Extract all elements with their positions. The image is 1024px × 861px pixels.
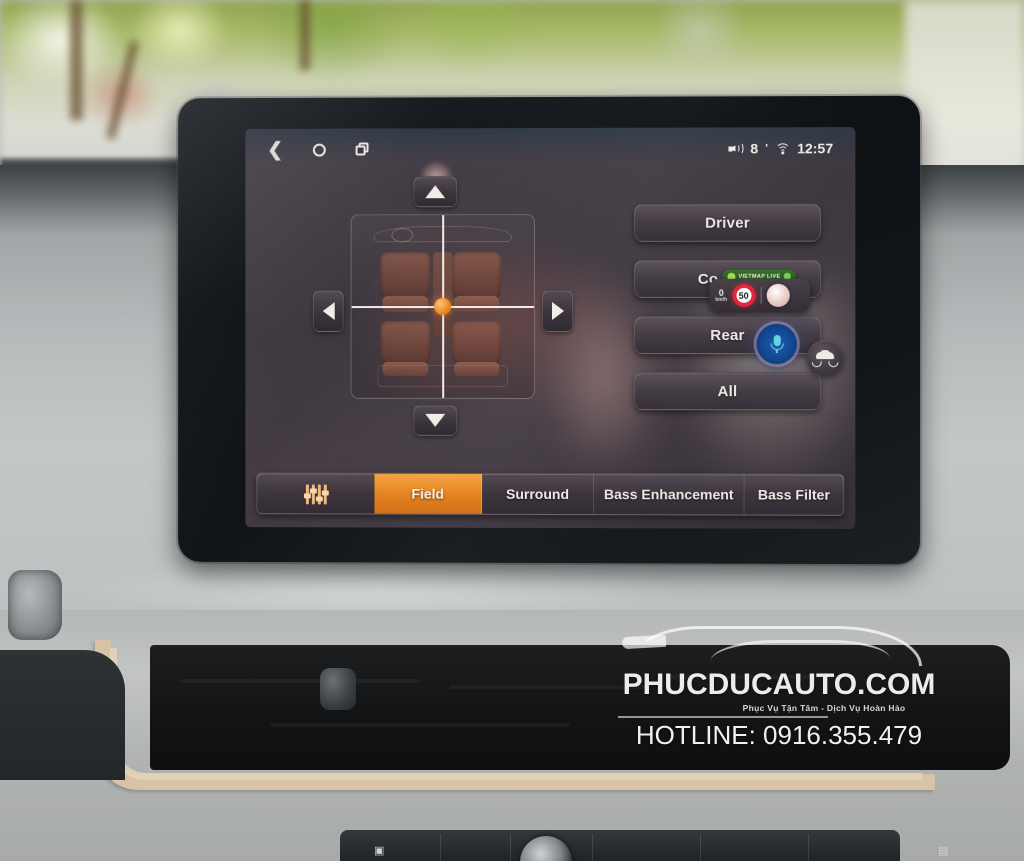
audio-settings-tabbar: Field Surround Bass Enhancement Bass Fil… [256,472,845,516]
vietmap-avatar[interactable] [766,283,790,307]
tab-field[interactable]: Field [374,473,483,514]
speaker-icon [728,142,744,155]
arrow-down-icon [425,413,446,427]
speed-unit: km/h [715,296,728,303]
tree-trunk [70,0,83,120]
car-360-icon [811,349,839,368]
preset-all-button[interactable]: All [634,372,822,411]
tab-label: Surround [506,485,570,503]
navigation-buttons: ❮ [267,139,370,160]
widget-divider [760,286,762,304]
wifi-icon [774,142,791,159]
sound-field-pad[interactable] [350,214,536,399]
tab-bass-enhancement[interactable]: Bass Enhancement [594,474,745,515]
preset-label: All [717,382,738,400]
current-speed: 0 km/h [715,287,728,303]
tab-label: Bass Filter [757,486,830,503]
rear-defrost-icon: ▤ [938,845,949,857]
tab-label: Bass Enhancement [603,486,734,503]
tab-surround[interactable]: Surround [482,473,595,515]
door-speaker [8,570,62,640]
volume-level: 8 [750,140,759,157]
sound-focus-point[interactable] [434,298,452,316]
field-up-button[interactable] [413,176,458,208]
infotainment-screen: ❮ 8 ' 12:57 Driver Rear All VIETMAP LIVE… [245,127,856,529]
tab-label: Field [411,485,445,502]
beige-trim-inner [110,648,922,780]
arrow-left-icon [322,302,335,321]
home-icon[interactable] [312,143,326,157]
defrost-icon: ▣ [374,845,385,857]
preset-label: Driver [705,214,750,232]
side-console [0,650,125,780]
voice-assistant-button[interactable] [756,323,797,365]
tab-bass-filter[interactable]: Bass Filter [745,474,844,514]
field-left-button[interactable] [312,290,344,332]
arrow-up-icon [425,185,446,199]
vietmap-widget-body[interactable]: 0 km/h 50 [709,278,810,312]
physical-button-strip [340,830,900,861]
status-indicators: 8 ' 12:57 [728,140,834,159]
back-icon[interactable]: ❮ [267,139,283,160]
field-down-button[interactable] [413,404,458,436]
tab-equalizer[interactable] [257,473,374,513]
tree-trunk [300,0,310,70]
head-unit-bezel: ❮ 8 ' 12:57 Driver Rear All VIETMAP LIVE… [178,95,920,565]
clock: 12:57 [797,140,834,157]
arrow-right-icon [551,301,564,320]
seat-rear-right [451,321,502,377]
speed-limit-value: 50 [738,290,749,301]
speed-limit-sign: 50 [732,283,756,307]
field-right-button[interactable] [542,289,574,333]
car-view-button[interactable] [806,340,844,377]
preset-driver-button[interactable]: Driver [634,203,822,242]
preset-label: Rear [710,326,745,344]
microphone-icon [770,335,784,354]
status-bar: ❮ 8 ' 12:57 [245,127,855,171]
seat-front-left [380,251,430,312]
seat-rear-left [380,321,430,377]
wifi-tick: ' [765,142,768,155]
seat-front-right [451,251,502,312]
recents-icon[interactable] [355,142,370,156]
equalizer-icon [305,482,327,505]
